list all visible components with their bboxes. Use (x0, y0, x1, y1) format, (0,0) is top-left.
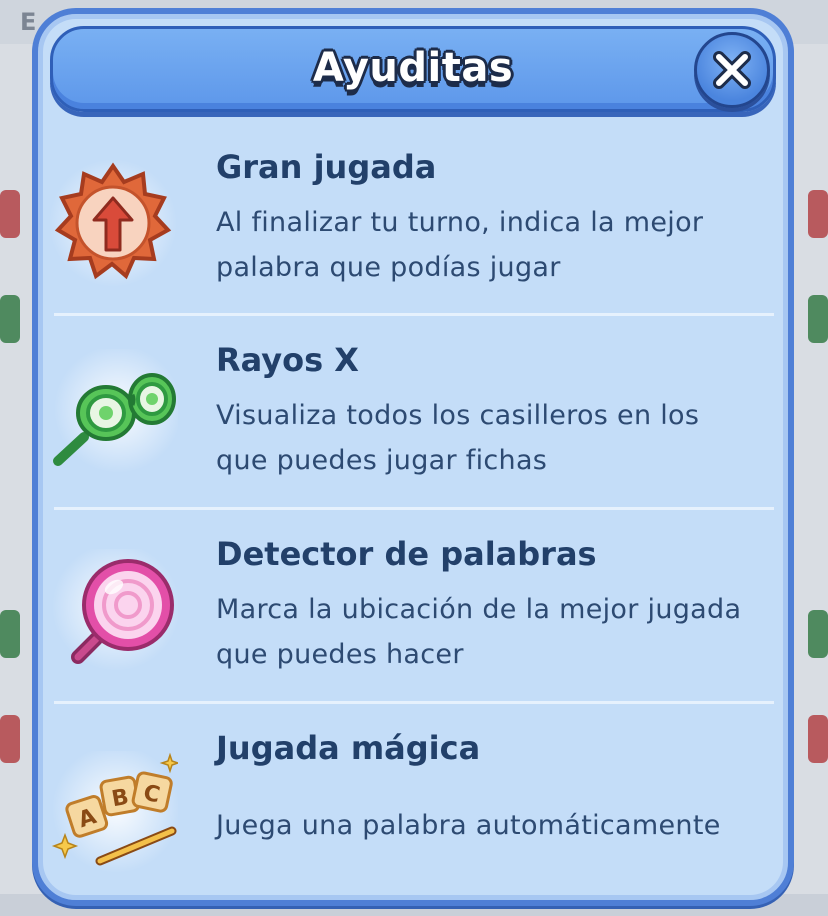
helper-description-line: palabra que podías jugar (216, 252, 561, 283)
helper-description-line: Juega una palabra automáticamente (216, 810, 721, 841)
helper-item-detector-de-palabras: Detector de palabras Marca la ubicación … (0, 517, 828, 702)
close-icon (713, 51, 751, 89)
background-title-fragment: E (20, 8, 37, 36)
helper-name: Detector de palabras (216, 535, 597, 573)
helper-name: Rayos X (216, 341, 359, 379)
helper-description: Visualiza todos los casilleros en los qu… (216, 393, 776, 483)
helper-name: Jugada mágica (216, 729, 481, 767)
helper-description-line: Al finalizar tu turno, indica la mejor (216, 207, 704, 238)
helper-description: Al finalizar tu turno, indica la mejor p… (216, 200, 776, 290)
helper-item-gran-jugada: Gran jugada Al finalizar tu turno, indic… (0, 130, 828, 315)
close-button[interactable] (694, 32, 770, 108)
divider (54, 507, 774, 510)
helper-description-line: que puedes jugar fichas (216, 445, 548, 476)
helper-description-line: Visualiza todos los casilleros en los (216, 400, 700, 431)
magic-letters-icon: A B C (51, 751, 178, 873)
arrow-badge-icon (49, 159, 177, 287)
helper-description-line: Marca la ubicación de la mejor jugada (216, 594, 742, 625)
xray-glasses-icon (53, 349, 178, 473)
helper-description-line: que puedes hacer (216, 639, 464, 670)
helper-item-rayos-x: Rayos X Visualiza todos los casilleros e… (0, 323, 828, 508)
divider (54, 313, 774, 316)
helper-name: Gran jugada (216, 148, 437, 186)
helper-description: Marca la ubicación de la mejor jugada qu… (216, 587, 776, 677)
divider (54, 701, 774, 704)
dialog-title: Ayuditas (312, 45, 514, 91)
magnifier-icon (52, 549, 178, 671)
helper-item-jugada-magica: A B C Jugada mágica Juega una palabra au… (0, 711, 828, 891)
helper-description: Juega una palabra automáticamente (216, 803, 776, 848)
dialog-header: Ayuditas (50, 26, 776, 112)
